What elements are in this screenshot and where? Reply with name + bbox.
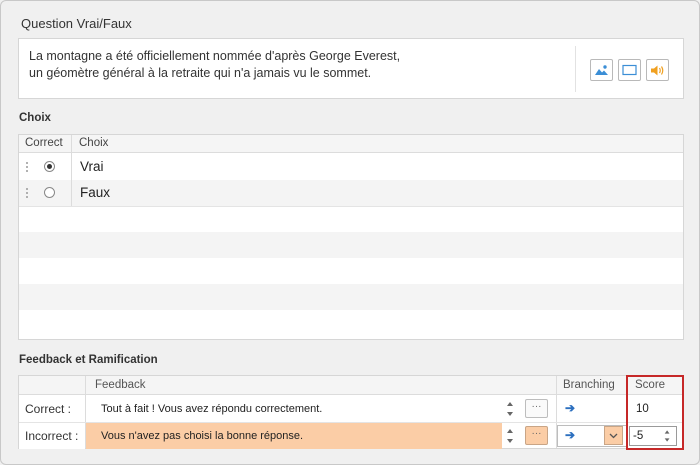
choice-text[interactable]: Vrai (80, 159, 104, 174)
column-header-branching: Branching (563, 379, 615, 391)
question-text-line-1: La montagne a été officiellement nommée … (29, 49, 401, 63)
choice-row[interactable]: Vrai (19, 154, 683, 180)
column-header-correct: Correct (25, 137, 63, 149)
correct-radio-vrai[interactable] (44, 161, 55, 172)
choice-text[interactable]: Faux (80, 185, 110, 200)
choice-row[interactable]: Faux (19, 180, 683, 206)
feedback-row-correct: Correct : Tout à fait ! Vous avez répond… (19, 396, 683, 422)
column-header-choice: Choix (79, 137, 109, 149)
empty-row (19, 310, 683, 336)
feedback-grid-header: Feedback Branching Score (19, 376, 683, 395)
image-icon (595, 65, 608, 75)
feedback-grid: Feedback Branching Score Correct : Tout … (18, 375, 684, 449)
spinner-icon[interactable] (506, 401, 515, 417)
empty-row (19, 284, 683, 310)
spinner-icon[interactable] (506, 428, 515, 444)
feedback-row-label: Correct : (25, 402, 72, 416)
divider (71, 135, 72, 206)
choices-grid-header: Correct Choix (19, 135, 683, 153)
feedback-row-incorrect: Incorrect : Vous n'avez pas choisi la bo… (19, 423, 683, 449)
drag-handle-icon[interactable] (26, 187, 28, 199)
choices-grid: Correct Choix Vrai Faux (18, 134, 684, 340)
question-text-box[interactable]: La montagne a été officiellement nommée … (18, 38, 684, 99)
choices-section-label: Choix (19, 112, 51, 124)
feedback-text-input[interactable]: Tout à fait ! Vous avez répondu correcte… (101, 403, 322, 415)
chevron-down-icon (609, 433, 618, 439)
dropdown-button[interactable] (604, 426, 623, 445)
column-header-feedback: Feedback (95, 379, 146, 391)
insert-image-button[interactable] (590, 59, 613, 81)
audio-icon (651, 65, 664, 75)
branch-arrow-icon: ➔ (565, 428, 576, 442)
feedback-section-label: Feedback et Ramification (19, 354, 158, 366)
drag-handle-icon[interactable] (26, 161, 28, 173)
feedback-text-input[interactable]: Vous n'avez pas choisi la bonne réponse. (101, 430, 303, 442)
empty-row (19, 232, 683, 258)
empty-row (19, 258, 683, 284)
question-type-title: Question Vrai/Faux (21, 16, 132, 31)
question-editor-panel: Question Vrai/Faux La montagne a été off… (0, 0, 700, 465)
correct-radio-faux[interactable] (44, 187, 55, 198)
empty-row (19, 206, 683, 232)
video-icon (622, 64, 637, 76)
insert-video-button[interactable] (618, 59, 641, 81)
feedback-row-label: Incorrect : (25, 429, 79, 443)
branch-arrow-icon[interactable]: ➔ (565, 401, 575, 415)
insert-audio-button[interactable] (646, 59, 669, 81)
score-highlight-frame (626, 375, 684, 450)
divider (575, 46, 576, 92)
question-text-line-2: un géomètre général à la retraite qui n'… (29, 66, 372, 80)
more-options-button[interactable]: ··· (525, 399, 548, 418)
more-options-button[interactable]: ··· (525, 426, 548, 445)
question-text[interactable]: La montagne a été officiellement nommée … (29, 48, 569, 82)
